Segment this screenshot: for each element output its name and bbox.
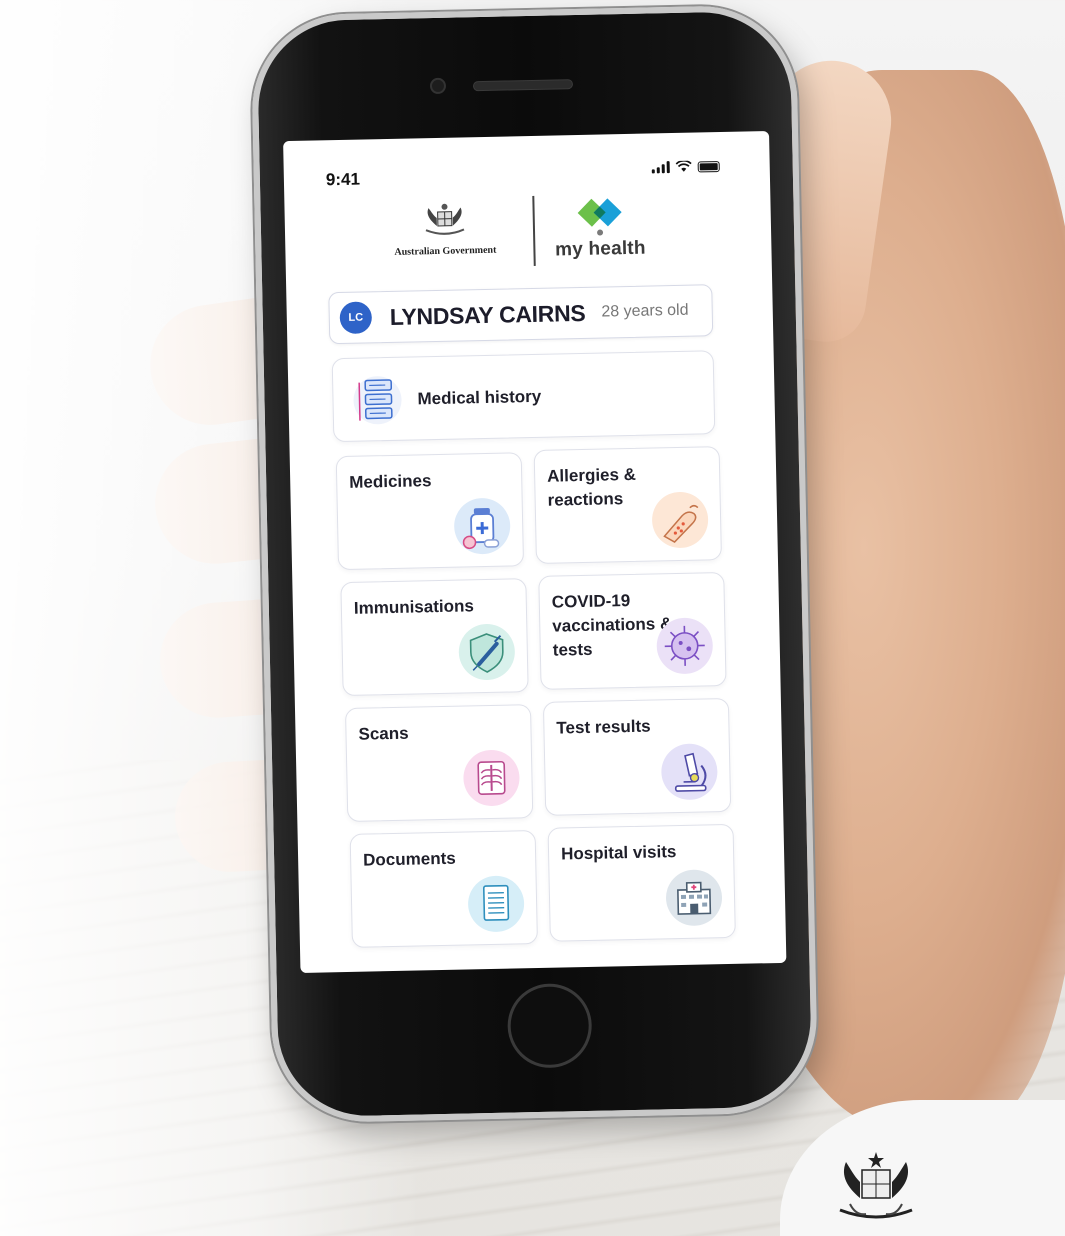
tile-covid-vaccinations-tests[interactable]: COVID-19 vaccinations & tests xyxy=(538,572,727,690)
wifi-icon xyxy=(675,160,692,172)
status-bar: 9:41 xyxy=(283,131,770,189)
australian-government-logo: Australian Government xyxy=(374,198,515,258)
avatar: LC xyxy=(339,301,373,335)
my-health-logo: my health xyxy=(544,191,655,261)
tile-label: Immunisations xyxy=(353,596,475,618)
status-icons xyxy=(651,160,720,174)
tile-immunisations[interactable]: Immunisations xyxy=(340,578,529,697)
app-header: Australian Government my health xyxy=(284,189,772,279)
tile-label: Hospital visits xyxy=(560,842,677,864)
front-camera xyxy=(429,77,447,95)
battery-icon xyxy=(697,161,720,173)
syringe-shield-icon xyxy=(458,623,516,681)
microscope-icon xyxy=(660,743,718,801)
medical-history-button[interactable]: Medical history xyxy=(331,350,716,443)
tile-label: Medicines xyxy=(349,471,432,492)
hospital-icon xyxy=(665,869,723,927)
tile-scans[interactable]: Scans xyxy=(344,704,534,822)
document-icon xyxy=(467,875,525,933)
tile-allergies-reactions[interactable]: Allergies & reactions xyxy=(533,446,722,564)
allergy-arm-icon xyxy=(651,491,709,549)
medical-history-label: Medical history xyxy=(417,386,542,409)
status-time: 9:41 xyxy=(325,169,361,190)
my-health-diamond-icon xyxy=(577,198,622,236)
coat-of-arms-icon xyxy=(839,1152,913,1219)
profile-selector[interactable]: LC LYNDSAY CAIRNS 28 years old xyxy=(328,284,714,345)
phone-device: 9:41 Australian Government my health LC … xyxy=(250,4,819,1124)
profile-age: 28 years old xyxy=(601,301,689,321)
tile-label: Scans xyxy=(358,723,409,744)
my-health-label: my health xyxy=(554,237,646,261)
tile-test-results[interactable]: Test results xyxy=(542,697,732,816)
phone-screen: 9:41 Australian Government my health LC … xyxy=(283,130,787,973)
tile-label: Test results xyxy=(556,716,651,738)
home-button[interactable] xyxy=(506,982,593,1069)
tile-label: Documents xyxy=(362,848,456,870)
tile-documents[interactable]: Documents xyxy=(349,830,538,948)
government-label: Australian Government xyxy=(394,244,497,258)
tile-hospital-visits[interactable]: Hospital visits xyxy=(547,823,736,942)
coat-of-arms-icon xyxy=(425,203,465,235)
virus-icon xyxy=(656,617,714,675)
earpiece-speaker xyxy=(472,79,574,92)
tile-medicines[interactable]: Medicines xyxy=(335,452,525,571)
xray-icon xyxy=(462,749,521,807)
header-divider xyxy=(532,195,536,266)
profile-name: LYNDSAY CAIRNS xyxy=(389,299,586,330)
medicine-bottle-icon xyxy=(453,497,511,555)
medical-history-list-icon xyxy=(353,376,402,425)
cellular-signal-icon xyxy=(651,161,670,174)
